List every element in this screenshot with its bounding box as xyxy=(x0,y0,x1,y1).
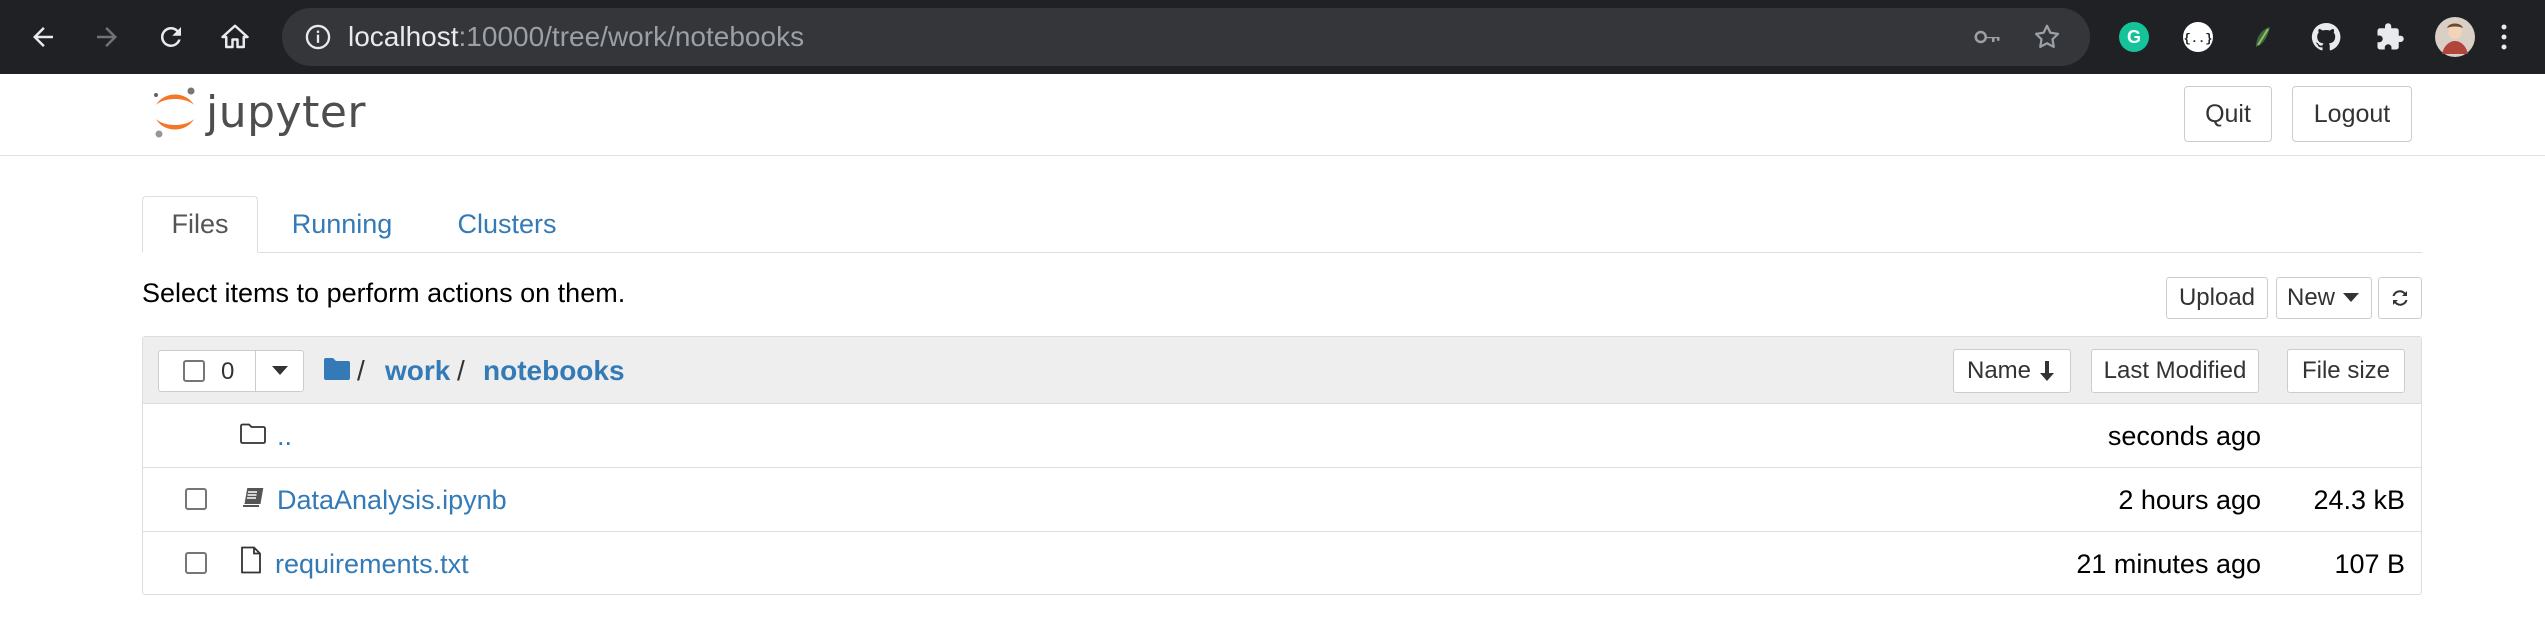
sort-by-name-button[interactable]: Name xyxy=(1953,349,2071,393)
item-modified: seconds ago xyxy=(2107,421,2261,451)
profile-avatar[interactable] xyxy=(2433,15,2477,59)
item-checkbox[interactable] xyxy=(185,552,207,574)
json-icon: {..} xyxy=(2183,22,2213,52)
grammarly-extension[interactable]: G xyxy=(2115,18,2153,56)
breadcrumb-root-separator: / xyxy=(357,355,365,386)
logout-button[interactable]: Logout xyxy=(2292,86,2412,142)
arrow-down-icon xyxy=(2040,361,2055,381)
svg-text:{..}: {..} xyxy=(2184,32,2213,46)
sort-by-modified-button[interactable]: Last Modified xyxy=(2091,349,2259,393)
notebook-icon xyxy=(243,488,264,507)
reload-icon xyxy=(160,26,181,47)
refresh-button[interactable] xyxy=(2378,277,2422,319)
jupyter-header: jupyter Quit Logout xyxy=(0,74,2545,156)
file-icon xyxy=(241,546,261,574)
caret-down-icon xyxy=(272,366,288,375)
forward-button[interactable] xyxy=(84,14,130,60)
sort-name-label: Name xyxy=(1966,357,2032,384)
item-name[interactable]: requirements.txt xyxy=(275,549,469,580)
file-list: 0 / work / notebooks Name Last Modified … xyxy=(142,336,2422,595)
select-all-group: 0 xyxy=(158,350,304,392)
grammarly-icon: G xyxy=(2119,22,2149,52)
breadcrumb-work[interactable]: work xyxy=(385,355,450,387)
github-icon xyxy=(2311,22,2341,51)
jupyter-logo[interactable]: jupyter xyxy=(150,82,366,142)
address-bar[interactable]: localhost:10000/tree/work/notebooks xyxy=(282,8,2090,66)
green-extension[interactable] xyxy=(2243,18,2281,56)
select-dropdown-button[interactable] xyxy=(256,351,304,391)
back-button[interactable] xyxy=(20,14,66,60)
tab-running[interactable]: Running xyxy=(276,196,408,253)
arrow-left-icon xyxy=(33,27,53,47)
item-checkbox[interactable] xyxy=(185,488,207,510)
sort-by-size-button[interactable]: File size xyxy=(2287,349,2405,393)
caret-down-icon xyxy=(2343,293,2360,302)
new-label: New xyxy=(2287,284,2336,311)
item-modified: 2 hours ago xyxy=(2118,485,2261,515)
list-item-requirements[interactable]: requirements.txt 21 minutes ago 107 B xyxy=(143,532,2421,596)
url-path: :10000/tree/work/notebooks xyxy=(458,21,805,52)
arrow-right-icon xyxy=(97,27,117,47)
browser-menu-button[interactable] xyxy=(2485,18,2523,56)
reload-button[interactable] xyxy=(148,14,194,60)
github-extension[interactable] xyxy=(2307,18,2345,56)
home-button[interactable] xyxy=(212,14,258,60)
item-modified: 21 minutes ago xyxy=(2076,549,2261,579)
item-name[interactable]: .. xyxy=(277,421,292,452)
folder-icon[interactable] xyxy=(323,357,351,381)
svg-text:G: G xyxy=(2127,27,2141,47)
puzzle-icon xyxy=(2377,23,2404,50)
more-vertical-icon xyxy=(2501,24,2507,50)
breadcrumb-notebooks[interactable]: notebooks xyxy=(483,355,625,387)
json-extension[interactable]: {..} xyxy=(2179,18,2217,56)
browser-toolbar: localhost:10000/tree/work/notebooks G {.… xyxy=(0,0,2545,74)
upload-button[interactable]: Upload xyxy=(2166,277,2268,319)
avatar-icon xyxy=(2435,17,2475,57)
url-text[interactable]: localhost:10000/tree/work/notebooks xyxy=(348,8,804,66)
item-size: 107 B xyxy=(2334,549,2405,579)
selected-count: 0 xyxy=(221,358,235,385)
tab-clusters[interactable]: Clusters xyxy=(444,196,570,253)
breadcrumb-separator: / xyxy=(457,355,465,386)
star-icon[interactable] xyxy=(2032,22,2062,52)
url-host: localhost xyxy=(348,21,459,52)
info-icon[interactable] xyxy=(304,23,332,51)
select-items-message: Select items to perform actions on them. xyxy=(142,278,626,308)
key-icon[interactable] xyxy=(1972,22,2002,52)
item-size: 24.3 kB xyxy=(2313,485,2405,515)
new-dropdown-button[interactable]: New xyxy=(2276,277,2372,319)
item-name[interactable]: DataAnalysis.ipynb xyxy=(277,485,507,516)
tab-files[interactable]: Files xyxy=(142,196,258,253)
jupyter-logo-text: jupyter xyxy=(206,86,366,138)
leaf-icon xyxy=(2256,27,2270,47)
extensions-button[interactable] xyxy=(2371,18,2409,56)
home-icon xyxy=(221,24,249,49)
jupyter-logo-icon xyxy=(154,87,195,138)
folder-icon xyxy=(240,423,266,444)
quit-button[interactable]: Quit xyxy=(2184,86,2272,142)
file-list-header: 0 / work / notebooks Name Last Modified … xyxy=(143,337,2421,404)
list-item-parent[interactable]: .. seconds ago xyxy=(143,404,2421,468)
refresh-icon xyxy=(2392,290,2408,306)
list-item-dataanalysis[interactable]: DataAnalysis.ipynb 2 hours ago 24.3 kB xyxy=(143,468,2421,532)
select-all-checkbox[interactable] xyxy=(183,360,205,382)
